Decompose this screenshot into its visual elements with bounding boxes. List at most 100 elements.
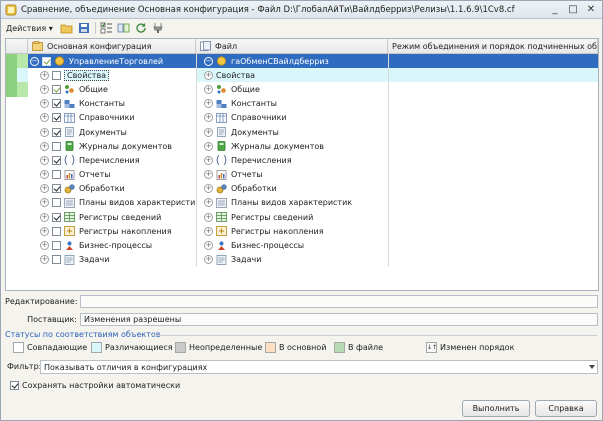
item-checkbox[interactable] bbox=[52, 84, 61, 94]
root-checkbox[interactable] bbox=[42, 56, 51, 66]
item-checkbox[interactable] bbox=[52, 113, 61, 123]
item-checkbox[interactable] bbox=[52, 212, 61, 222]
expand-icon[interactable]: + bbox=[204, 155, 213, 165]
expand-icon[interactable]: + bbox=[40, 170, 49, 180]
item-main-label: Общие bbox=[79, 84, 108, 94]
comparison-tree[interactable]: Основная конфигурация Файл Режим объедин… bbox=[5, 38, 599, 291]
expand-icon[interactable]: + bbox=[204, 113, 213, 123]
expand-icon[interactable]: + bbox=[40, 184, 49, 194]
title-bar: Сравнение, объединение Основная конфигур… bbox=[1, 1, 602, 19]
open-folder-icon[interactable] bbox=[60, 21, 74, 35]
expand-icon[interactable]: + bbox=[40, 141, 49, 151]
item-checkbox[interactable] bbox=[52, 141, 61, 151]
autosave-option[interactable]: Сохранять настройки автоматически bbox=[10, 381, 180, 390]
save-icon[interactable] bbox=[77, 21, 91, 35]
expand-icon[interactable]: + bbox=[40, 99, 49, 109]
tasks-icon bbox=[216, 254, 227, 265]
expand-icon[interactable]: + bbox=[40, 212, 49, 222]
legend-in-main: В основной bbox=[265, 342, 327, 353]
close-button[interactable]: ✕ bbox=[585, 4, 597, 15]
tree-row[interactable]: + Планы видов характеристик + Планы видо… bbox=[6, 196, 598, 210]
autosave-label: Сохранять настройки автоматически bbox=[22, 381, 181, 390]
tree-row[interactable]: + Перечисления + Перечисления bbox=[6, 153, 598, 167]
expand-icon[interactable]: + bbox=[204, 198, 213, 208]
tree-row[interactable]: + Общие + Общие bbox=[6, 82, 598, 97]
run-button[interactable]: Выполнить bbox=[462, 400, 530, 417]
item-checkbox[interactable] bbox=[52, 255, 61, 265]
expand-icon[interactable]: + bbox=[204, 184, 213, 194]
tree-row[interactable]: + Регистры сведений + Регистры сведений bbox=[6, 210, 598, 224]
tree-row[interactable]: + Свойства + Свойства bbox=[6, 68, 598, 83]
catalogs-icon bbox=[216, 112, 227, 123]
settings-icon[interactable] bbox=[151, 21, 165, 35]
item-file-label: Обработки bbox=[231, 184, 277, 194]
expand-icon[interactable]: + bbox=[40, 127, 49, 137]
accum-registers-icon bbox=[216, 226, 227, 237]
expand-icon[interactable]: + bbox=[204, 99, 213, 109]
tree-row[interactable]: + Задачи + Задачи bbox=[6, 253, 598, 267]
item-checkbox[interactable] bbox=[52, 198, 61, 208]
item-checkbox[interactable] bbox=[52, 155, 61, 165]
compare-icon[interactable] bbox=[117, 21, 131, 35]
chevron-down-icon[interactable] bbox=[589, 365, 595, 369]
item-file-label: Общие bbox=[231, 84, 260, 94]
tree-row[interactable]: + Константы + Константы bbox=[6, 97, 598, 111]
tree-root-row[interactable]: − УправлениеТорговлей − гаОбменСВайлдбер… bbox=[6, 54, 598, 69]
editing-field bbox=[80, 295, 598, 308]
item-checkbox[interactable] bbox=[52, 70, 61, 80]
filter-select[interactable]: Показывать отличия в конфигурациях bbox=[40, 360, 598, 374]
item-checkbox[interactable] bbox=[52, 170, 61, 180]
expand-icon[interactable]: + bbox=[40, 113, 49, 123]
documents-icon bbox=[217, 127, 226, 137]
collapse-icon[interactable]: − bbox=[30, 56, 39, 66]
expand-icon[interactable]: + bbox=[204, 70, 213, 80]
item-main-label: Обработки bbox=[79, 184, 125, 194]
expand-icon[interactable]: + bbox=[204, 141, 213, 151]
expand-icon[interactable]: + bbox=[40, 84, 49, 94]
item-checkbox[interactable] bbox=[52, 127, 61, 137]
tree-row[interactable]: + Документы + Документы bbox=[6, 125, 598, 139]
expand-icon[interactable]: + bbox=[204, 127, 213, 137]
item-main-label: Константы bbox=[79, 99, 125, 109]
expand-icon[interactable]: + bbox=[204, 212, 213, 222]
expand-icon[interactable]: + bbox=[204, 226, 213, 236]
expand-icon[interactable]: + bbox=[40, 198, 49, 208]
collapse-icon[interactable]: − bbox=[204, 56, 213, 66]
expand-icon[interactable]: + bbox=[204, 255, 213, 265]
refresh-icon[interactable] bbox=[134, 21, 148, 35]
item-main-label: Регистры накопления bbox=[79, 226, 172, 236]
mark-objects-icon[interactable] bbox=[100, 21, 114, 35]
autosave-checkbox[interactable] bbox=[10, 381, 19, 390]
expand-icon[interactable]: + bbox=[40, 241, 49, 251]
order-changed-icon: ↓↑ bbox=[426, 342, 438, 353]
item-checkbox[interactable] bbox=[52, 99, 61, 109]
expand-icon[interactable]: + bbox=[40, 226, 49, 236]
expand-icon[interactable]: + bbox=[204, 84, 213, 94]
tree-row[interactable]: + Обработки + Обработки bbox=[6, 182, 598, 196]
expand-icon[interactable]: + bbox=[204, 241, 213, 251]
reports-icon bbox=[64, 169, 75, 180]
tree-row[interactable]: + Регистры накопления + Регистры накопле… bbox=[6, 224, 598, 238]
tree-row[interactable]: + Бизнес-процессы + Бизнес-процессы bbox=[6, 238, 598, 252]
item-main-label: Отчеты bbox=[79, 170, 111, 180]
expand-icon[interactable]: + bbox=[40, 255, 49, 265]
tree-row[interactable]: + Справочники + Справочники bbox=[6, 111, 598, 125]
item-checkbox[interactable] bbox=[52, 241, 61, 251]
maximize-button[interactable]: □ bbox=[567, 4, 579, 15]
tree-row[interactable]: + Журналы документов + Журналы документо… bbox=[6, 139, 598, 153]
expand-icon[interactable]: + bbox=[204, 170, 213, 180]
merge-mode-column-header[interactable]: Режим объединения и порядок подчиненных … bbox=[388, 39, 598, 53]
minimize-button[interactable]: _ bbox=[549, 4, 561, 15]
actions-menu[interactable]: Действия ▾ bbox=[4, 24, 55, 33]
item-checkbox[interactable] bbox=[52, 226, 61, 236]
constants-icon bbox=[64, 99, 75, 108]
file-column-header[interactable]: Файл bbox=[196, 39, 388, 53]
supplier-row: Поставщик: Изменения разрешены bbox=[5, 313, 598, 326]
expand-icon[interactable]: + bbox=[40, 70, 49, 80]
main-config-column-header[interactable]: Основная конфигурация bbox=[28, 39, 196, 53]
info-registers-icon bbox=[64, 212, 75, 223]
tree-row[interactable]: + Отчеты + Отчеты bbox=[6, 168, 598, 182]
item-checkbox[interactable] bbox=[52, 184, 61, 194]
help-button[interactable]: Справка bbox=[535, 400, 597, 417]
expand-icon[interactable]: + bbox=[40, 155, 49, 165]
